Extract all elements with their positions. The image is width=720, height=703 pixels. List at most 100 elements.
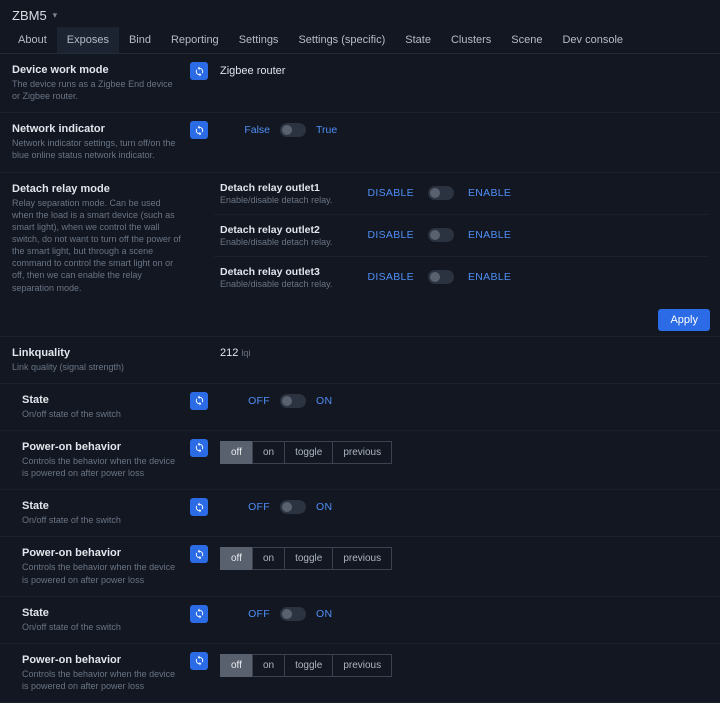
state-desc: On/off state of the switch (22, 408, 182, 420)
refresh-icon (194, 655, 205, 666)
toggle-on-label[interactable]: ON (316, 608, 332, 620)
detach-outlet-title: Detach relay outlet1 (220, 182, 350, 194)
apply-bar: Apply (0, 304, 720, 337)
refresh-button[interactable] (190, 545, 208, 563)
apply-button[interactable]: Apply (658, 309, 710, 331)
toggle-off-label[interactable]: OFF (220, 501, 270, 513)
detach-outlet-desc: Enable/disable detach relay. (220, 237, 350, 247)
toggle-switch[interactable] (428, 270, 454, 284)
refresh-button[interactable] (190, 121, 208, 139)
detach-title: Detach relay mode (12, 183, 182, 195)
linkquality-desc: Link quality (signal strength) (12, 361, 182, 373)
tab-reporting[interactable]: Reporting (161, 27, 229, 53)
row-network-indicator: Network indicator Network indicator sett… (0, 113, 720, 172)
toggle-on-label[interactable]: ON (316, 501, 332, 513)
pob-option-toggle[interactable]: toggle (284, 547, 333, 570)
toggle-disable-label[interactable]: DISABLE (364, 271, 414, 283)
toggle-switch[interactable] (280, 607, 306, 621)
state-desc: On/off state of the switch (22, 514, 182, 526)
refresh-icon (194, 395, 205, 406)
refresh-icon (194, 125, 205, 136)
state-toggle: OFF ON (220, 607, 708, 621)
detach-outlet-desc: Enable/disable detach relay. (220, 195, 350, 205)
toggle-switch[interactable] (428, 186, 454, 200)
pob-desc: Controls the behavior when the device is… (22, 455, 182, 479)
toggle-switch[interactable] (280, 500, 306, 514)
toggle-switch[interactable] (428, 228, 454, 242)
tab-bar: AboutExposesBindReportingSettingsSetting… (0, 27, 720, 54)
toggle-on-label[interactable]: ON (316, 395, 332, 407)
pob-option-previous[interactable]: previous (332, 441, 392, 464)
row-power-on-behavior-3: Power-on behavior Controls the behavior … (0, 644, 720, 703)
toggle-disable-label[interactable]: DISABLE (364, 229, 414, 241)
network-indicator-title: Network indicator (12, 123, 182, 135)
pob-title: Power-on behavior (22, 547, 182, 559)
row-state-3: State On/off state of the switch OFF ON (0, 597, 720, 644)
pob-option-on[interactable]: on (252, 654, 285, 677)
refresh-icon (194, 549, 205, 560)
toggle-enable-label[interactable]: ENABLE (468, 271, 511, 283)
pob-title: Power-on behavior (22, 654, 182, 666)
page-header: ZBM5 ▾ (0, 0, 720, 27)
network-indicator-desc: Network indicator settings, turn off/on … (12, 137, 182, 161)
refresh-button[interactable] (190, 62, 208, 80)
tab-exposes[interactable]: Exposes (57, 27, 119, 53)
refresh-icon (194, 66, 205, 77)
row-state-1: State On/off state of the switch OFF ON (0, 384, 720, 431)
state-toggle: OFF ON (220, 394, 708, 408)
tab-settings-specific-[interactable]: Settings (specific) (288, 27, 395, 53)
tab-scene[interactable]: Scene (501, 27, 552, 53)
refresh-icon (194, 442, 205, 453)
tab-bind[interactable]: Bind (119, 27, 161, 53)
device-title[interactable]: ZBM5 (12, 8, 47, 23)
toggle-enable-label[interactable]: ENABLE (468, 229, 511, 241)
pob-option-previous[interactable]: previous (332, 547, 392, 570)
pob-option-on[interactable]: on (252, 547, 285, 570)
tab-settings[interactable]: Settings (229, 27, 289, 53)
toggle-disable-label[interactable]: DISABLE (364, 187, 414, 199)
tab-dev-console[interactable]: Dev console (552, 27, 633, 53)
pob-button-group: offontoggleprevious (220, 654, 708, 677)
row-detach-relay: Detach relay mode Relay separation mode.… (0, 173, 720, 304)
pob-title: Power-on behavior (22, 441, 182, 453)
pob-option-off[interactable]: off (220, 654, 253, 677)
refresh-button[interactable] (190, 652, 208, 670)
toggle-switch[interactable] (280, 123, 306, 137)
tab-clusters[interactable]: Clusters (441, 27, 501, 53)
toggle-off-label[interactable]: OFF (220, 395, 270, 407)
tab-about[interactable]: About (8, 27, 57, 53)
pob-option-off[interactable]: off (220, 441, 253, 464)
state-title: State (22, 607, 182, 619)
refresh-button[interactable] (190, 498, 208, 516)
tab-state[interactable]: State (395, 27, 441, 53)
detach-outlet-3: Detach relay outlet3 Enable/disable deta… (214, 257, 708, 298)
state-desc: On/off state of the switch (22, 621, 182, 633)
pob-option-previous[interactable]: previous (332, 654, 392, 677)
toggle-false-label[interactable]: False (220, 124, 270, 136)
refresh-button[interactable] (190, 605, 208, 623)
detach-desc: Relay separation mode. Can be used when … (12, 197, 182, 294)
toggle-true-label[interactable]: True (316, 124, 337, 136)
detach-outlet-desc: Enable/disable detach relay. (220, 279, 350, 289)
row-power-on-behavior-2: Power-on behavior Controls the behavior … (0, 537, 720, 596)
chevron-down-icon[interactable]: ▾ (53, 10, 58, 21)
detach-outlet-2: Detach relay outlet2 Enable/disable deta… (214, 215, 708, 257)
work-mode-desc: The device runs as a Zigbee End device o… (12, 78, 182, 102)
toggle-enable-label[interactable]: ENABLE (468, 187, 511, 199)
pob-option-on[interactable]: on (252, 441, 285, 464)
pob-option-toggle[interactable]: toggle (284, 441, 333, 464)
detach-outlet-title: Detach relay outlet3 (220, 266, 350, 278)
refresh-button[interactable] (190, 439, 208, 457)
toggle-switch[interactable] (280, 394, 306, 408)
pob-button-group: offontoggleprevious (220, 547, 708, 570)
refresh-button[interactable] (190, 392, 208, 410)
toggle-off-label[interactable]: OFF (220, 608, 270, 620)
pob-option-toggle[interactable]: toggle (284, 654, 333, 677)
linkquality-title: Linkquality (12, 347, 182, 359)
pob-desc: Controls the behavior when the device is… (22, 668, 182, 692)
network-indicator-toggle: False True (220, 123, 708, 137)
detach-outlet-1: Detach relay outlet1 Enable/disable deta… (214, 173, 708, 215)
pob-desc: Controls the behavior when the device is… (22, 561, 182, 585)
pob-option-off[interactable]: off (220, 547, 253, 570)
linkquality-value: 212 lqi (220, 347, 708, 359)
